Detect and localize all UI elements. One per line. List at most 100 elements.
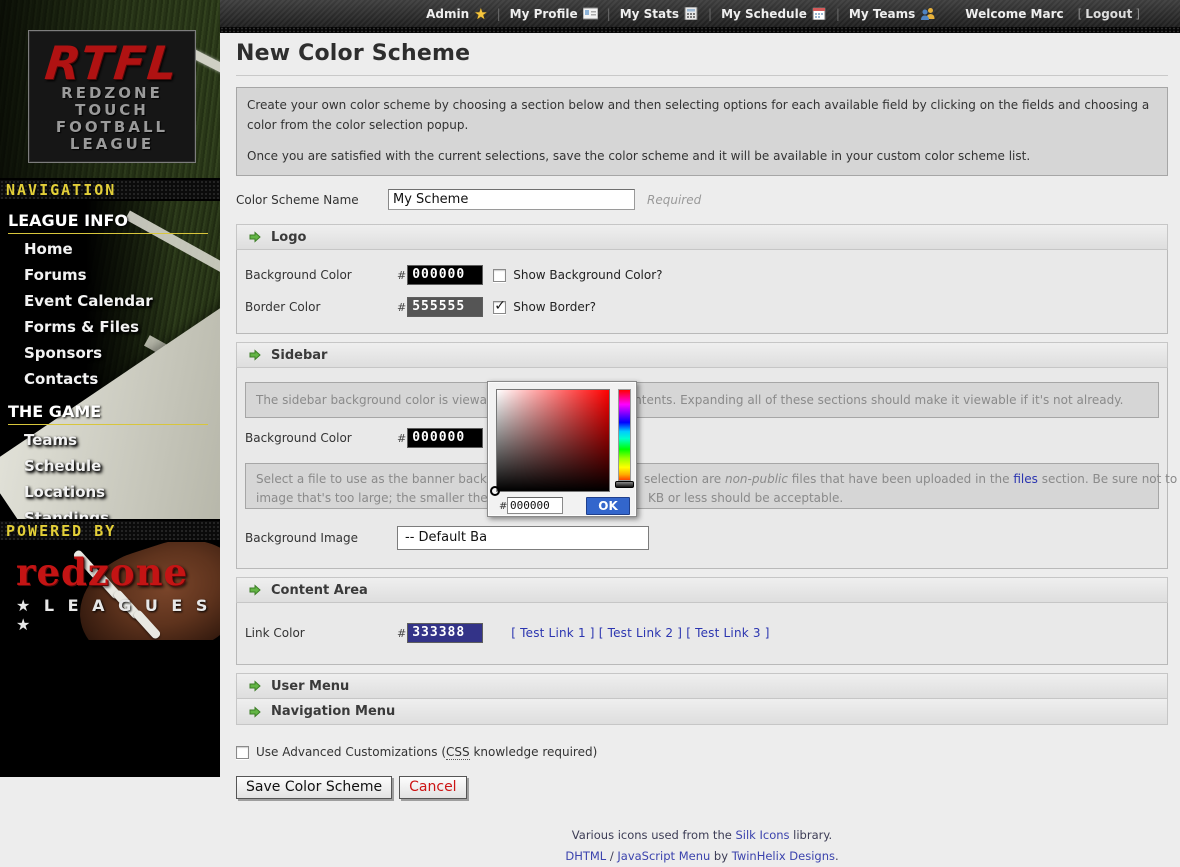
navigation-band: NAVIGATION — [0, 178, 220, 201]
logo-border-color-row: Border Color # 555555 Show Border? — [237, 291, 1167, 323]
file-note: Select a file to use as the banner backg… — [245, 463, 1159, 509]
link-color-swatch[interactable]: 333388 — [407, 623, 483, 643]
logo-border-color-label: Border Color — [245, 300, 397, 314]
dhtml-link[interactable]: DHTML — [565, 849, 606, 863]
league-logo-acronym: RTFL — [27, 41, 198, 85]
section-title: Content Area — [271, 583, 368, 598]
test-link-2[interactable]: [ Test Link 2 ] — [599, 626, 682, 640]
sidebar-item-contacts[interactable]: Contacts — [0, 366, 220, 392]
picker-hex-input[interactable] — [507, 497, 563, 514]
cancel-button[interactable]: Cancel — [399, 776, 466, 799]
test-links: [ Test Link 1 ] [ Test Link 2 ] [ Test L… — [511, 626, 769, 640]
sidebar-item-event-calendar[interactable]: Event Calendar — [0, 288, 220, 314]
section-header-content-area[interactable]: Content Area — [236, 577, 1168, 603]
sidebar-item-schedule[interactable]: Schedule — [0, 453, 220, 479]
test-link-1[interactable]: [ Test Link 1 ] — [511, 626, 594, 640]
link-color-row: Link Color # 333388 [ Test Link 1 ] [ Te… — [237, 617, 1167, 649]
section-body-sidebar: The sidebar background color is viewable… — [236, 368, 1168, 569]
link-color-label: Link Color — [245, 626, 397, 640]
save-color-scheme-button[interactable]: Save Color Scheme — [236, 776, 392, 799]
hash-prefix: # — [397, 269, 406, 285]
section-header-user-menu[interactable]: User Menu — [236, 673, 1168, 699]
section-header-navigation-menu[interactable]: Navigation Menu — [236, 699, 1168, 725]
required-note: Required — [647, 193, 701, 207]
sidebar-bg-color-label: Background Color — [245, 431, 397, 445]
hash-prefix: # — [397, 627, 406, 643]
logo-bg-color-swatch[interactable]: 000000 — [407, 265, 483, 285]
logout-group: [Logout] — [1078, 7, 1140, 21]
topbar-my-schedule[interactable]: My Schedule — [721, 7, 827, 21]
section-title: Logo — [271, 230, 306, 245]
sidebar-item-sponsors[interactable]: Sponsors — [0, 340, 220, 366]
redzone-logo-sub: ★ L E A G U E S ★ — [16, 596, 220, 634]
page-title: New Color Scheme — [236, 41, 1168, 76]
topbar-my-profile[interactable]: My Profile — [510, 7, 598, 21]
advanced-customizations-label: Use Advanced Customizations (CSS knowled… — [256, 745, 597, 759]
hue-slider[interactable] — [618, 389, 631, 481]
picker-ok-button[interactable]: OK — [586, 497, 630, 515]
section-header-logo[interactable]: Logo — [236, 224, 1168, 250]
intro-paragraph: Create your own color scheme by choosing… — [247, 95, 1157, 135]
show-bg-color-label: Show Background Color? — [513, 268, 662, 282]
css-abbr: CSS — [446, 745, 470, 760]
topbar-my-teams[interactable]: My Teams — [849, 7, 935, 21]
calculator-icon — [684, 7, 699, 20]
topbar-my-profile-label: My Profile — [510, 7, 578, 21]
green-arrow-icon — [249, 680, 261, 692]
bracket: [ — [1078, 7, 1083, 21]
topbar-my-schedule-label: My Schedule — [721, 7, 807, 21]
welcome-text: Welcome Marc — [965, 7, 1063, 21]
league-logo: RTFL REDZONE TOUCH FOOTBALL LEAGUE — [28, 30, 196, 163]
silk-icons-link[interactable]: Silk Icons — [735, 828, 789, 842]
green-arrow-icon — [249, 349, 261, 361]
topbar-my-teams-label: My Teams — [849, 7, 915, 21]
bg-image-select[interactable]: -- Default Ba — [397, 526, 649, 550]
saturation-value-gradient[interactable] — [496, 389, 610, 492]
show-border-checkbox[interactable] — [493, 301, 506, 314]
color-picker-popup: # OK — [487, 381, 637, 517]
test-link-3[interactable]: [ Test Link 3 ] — [686, 626, 769, 640]
intro-paragraph: Once you are satisfied with the current … — [247, 146, 1157, 166]
sidebar-item-standings[interactable]: Standings — [0, 505, 220, 519]
separator: | — [497, 7, 501, 21]
topbar-my-stats[interactable]: My Stats — [620, 7, 699, 21]
section-header-sidebar[interactable]: Sidebar — [236, 342, 1168, 368]
sidebar-item-locations[interactable]: Locations — [0, 479, 220, 505]
separator: | — [708, 7, 712, 21]
section-title: Navigation Menu — [271, 704, 395, 719]
advanced-customizations-row: Use Advanced Customizations (CSS knowled… — [236, 745, 1168, 759]
redzone-logo-text: redzone — [16, 550, 188, 594]
color-selection-cursor[interactable] — [490, 486, 500, 496]
javascript-menu-link[interactable]: JavaScript Menu — [617, 849, 710, 863]
logout-button[interactable]: Logout — [1085, 7, 1132, 21]
logo-bg-color-row: Background Color # 000000 Show Backgroun… — [237, 259, 1167, 291]
sidebar-bg-color-swatch[interactable]: 000000 — [407, 428, 483, 448]
show-bg-color-checkbox[interactable] — [493, 269, 506, 282]
sidebar-item-forums[interactable]: Forums — [0, 262, 220, 288]
star-icon: ★ — [474, 5, 487, 23]
topbar-dotted-strip — [220, 27, 1180, 33]
logo-border-color-swatch[interactable]: 555555 — [407, 297, 483, 317]
twinhelix-link[interactable]: TwinHelix Designs — [732, 849, 835, 863]
form-buttons: Save Color Scheme Cancel — [236, 776, 1168, 799]
sidebar-bg-color-row: Background Color # 000000 — [237, 422, 1167, 454]
advanced-customizations-checkbox[interactable] — [236, 746, 249, 759]
section-title: User Menu — [271, 679, 349, 694]
files-link[interactable]: files — [1013, 472, 1038, 486]
separator: | — [836, 7, 840, 21]
main-content: New Color Scheme Create your own color s… — [220, 33, 1180, 777]
intro-box: Create your own color scheme by choosing… — [236, 87, 1168, 176]
hash-prefix: # — [397, 301, 406, 317]
section-body-content-area: Link Color # 333388 [ Test Link 1 ] [ Te… — [236, 603, 1168, 665]
show-border-label: Show Border? — [513, 300, 596, 314]
hue-slider-handle[interactable] — [615, 481, 634, 488]
sidebar-item-teams[interactable]: Teams — [0, 427, 220, 453]
top-user-bar: Admin ★ | My Profile | My Stats | My Sch… — [220, 0, 1180, 27]
page-footer: Various icons used from the Silk Icons l… — [236, 825, 1168, 867]
sidebar-item-forms-files[interactable]: Forms & Files — [0, 314, 220, 340]
scheme-name-input[interactable] — [388, 189, 635, 210]
topbar-admin[interactable]: Admin ★ — [426, 5, 488, 23]
sidebar-item-home[interactable]: Home — [0, 236, 220, 262]
sidebar-note: The sidebar background color is viewable… — [245, 382, 1159, 418]
sidebar-nav: LEAGUE INFO Home Forums Event Calendar F… — [0, 201, 220, 519]
